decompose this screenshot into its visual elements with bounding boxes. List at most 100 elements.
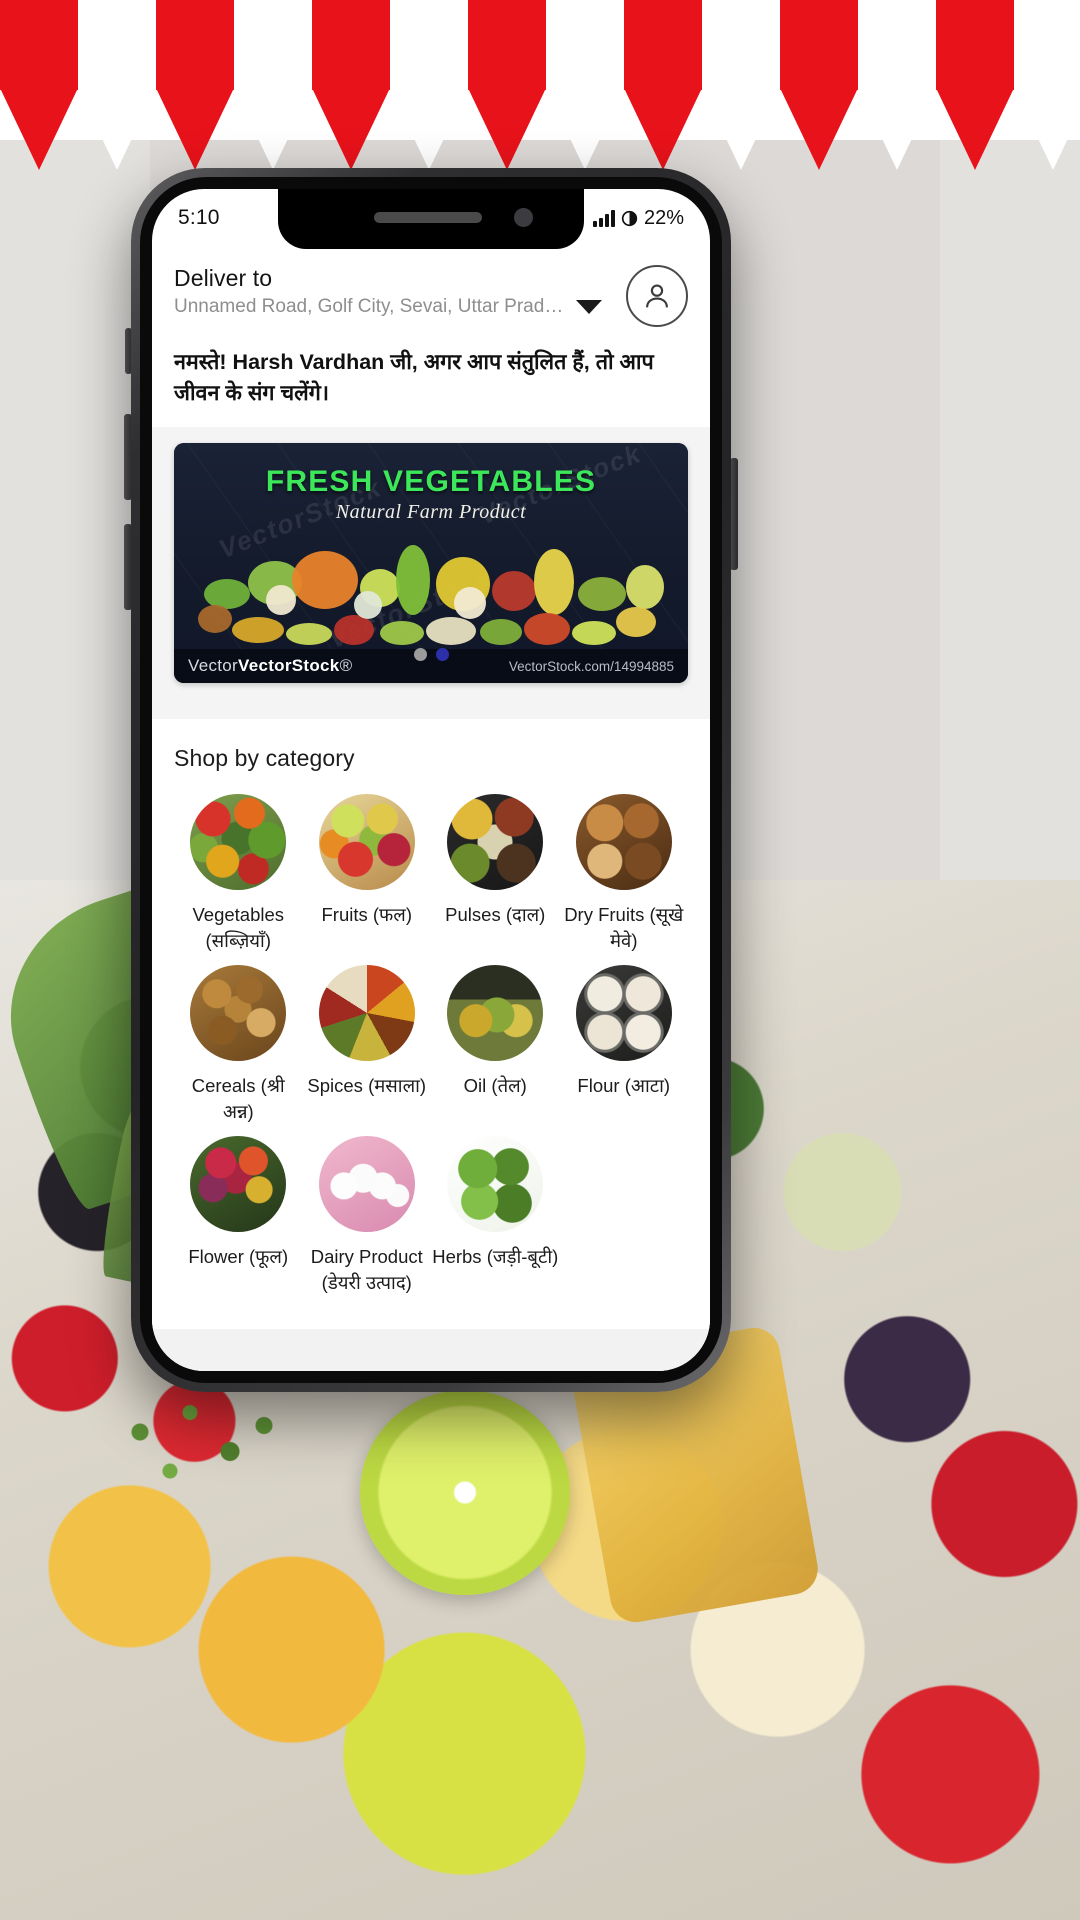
awning-scallop [78,88,156,170]
lime-slice [360,1390,570,1595]
awning-scallop [156,88,234,170]
banner-vegetable-shape [626,565,664,609]
awning-stripe [702,0,780,90]
category-item[interactable]: Flour (आटा) [560,965,689,1124]
phone-body: 5:10 22% Deliver to Unnamed Road, Golf C… [131,168,731,1392]
banner-vegetable-shape [616,607,656,637]
awning-scallop [1014,88,1080,170]
category-grid: Vegetables (सब्ज़ियाँ) Fruits (फल) Pulses … [174,794,688,1295]
banner-vegetable-shape [354,591,382,619]
phone-mockup: 5:10 22% Deliver to Unnamed Road, Golf C… [124,168,738,1392]
awning-scallop [936,88,1014,170]
dill-herb [100,1380,300,1510]
signal-bars-icon [593,209,615,227]
spices-category-icon[interactable] [318,965,415,1062]
banner-gap [152,683,710,719]
awning-scallop [234,88,312,170]
herbs-category-icon[interactable] [447,1136,544,1233]
oil-category-icon[interactable] [447,965,544,1062]
banner-vegetable-shape [524,613,570,645]
deliver-to-label: Deliver to [174,265,273,291]
power-button[interactable] [730,458,738,570]
cereals-category-icon[interactable] [190,965,287,1062]
awning-stripe [234,0,312,90]
awning-scallop [0,88,78,170]
chevron-down-icon[interactable] [576,300,602,314]
category-label: Vegetables (सब्ज़ियाँ) [192,904,285,951]
awning-scallop [468,88,546,170]
category-item[interactable]: Herbs (जड़ी-बूटी) [431,1136,560,1295]
banner-vegetable-shape [426,617,476,645]
awning-stripe [780,0,858,90]
awning-stripe [156,0,234,90]
banner-vegetable-shape [396,545,430,615]
carousel-dots[interactable] [174,648,688,661]
address-row[interactable]: Unnamed Road, Golf City, Sevai, Uttar Pr… [174,296,616,318]
awning-stripe [312,0,390,90]
category-label: Oil (तेल) [463,1075,527,1097]
category-heading: Shop by category [174,745,355,771]
category-label: Dairy Product (डेयरी उत्पाद) [310,1246,423,1293]
carousel-dot-1[interactable] [413,648,427,661]
category-label: Pulses (दाल) [445,904,546,925]
dairy-category-icon[interactable] [318,1136,415,1233]
category-item[interactable]: Dry Fruits (सूखे मेवे) [560,794,689,953]
home-scroll-content[interactable]: VectorStock VectorStock VectorStock FRES… [152,427,710,1371]
awning-scallop [624,88,702,170]
banner-vegetable-shape [480,619,522,645]
banner-vegetable-shape [292,551,358,609]
banner-vegetable-shape [578,577,626,611]
banner-vegetable-shape [198,605,232,633]
phone-screen: 5:10 22% Deliver to Unnamed Road, Golf C… [152,189,710,1371]
status-bar-indicators: 22% [593,207,684,230]
category-label: Flower (फूल) [188,1246,289,1268]
awning-stripe [390,0,468,90]
category-item[interactable]: Cereals (श्री अन्न) [174,965,303,1124]
category-label: Fruits (फल) [321,904,413,925]
promo-banner-carousel[interactable]: VectorStock VectorStock VectorStock FRES… [174,443,688,683]
category-label: Flour (आटा) [577,1075,671,1097]
awning-scallop [702,88,780,170]
vegetables-category-icon[interactable] [190,794,287,890]
category-item[interactable]: Vegetables (सब्ज़ियाँ) [174,794,303,953]
greeting-text: नमस्ते! Harsh Vardhan जी, अगर आप संतुलित… [174,350,654,405]
awning-stripe [546,0,624,90]
awning-stripe [468,0,546,90]
awning-stripe [624,0,702,90]
banner-title: FRESH VEGETABLES [265,465,597,498]
category-label: Herbs (जड़ी-बूटी) [432,1246,559,1268]
category-item[interactable]: Dairy Product (डेयरी उत्पाद) [303,1136,432,1295]
banner-vegetable-shape [286,623,332,645]
carousel-dot-2[interactable] [435,648,449,661]
awning-stripe [78,0,156,90]
fruits-category-icon[interactable] [318,794,415,890]
battery-circle-icon [621,210,638,227]
awning-scallop [390,88,468,170]
user-account-icon[interactable] [626,265,688,327]
delivery-address: Unnamed Road, Golf City, Sevai, Uttar Pr… [174,296,566,317]
pulses-category-icon[interactable] [447,794,544,890]
category-item[interactable]: Spices (मसाला) [303,965,432,1124]
flower-category-icon[interactable] [190,1136,287,1233]
status-bar-time: 5:10 [178,206,220,229]
category-item[interactable]: Oil (तेल) [431,965,560,1124]
deliver-to-block[interactable]: Deliver to Unnamed Road, Golf City, Seva… [174,263,616,318]
flour-category-icon[interactable] [575,965,672,1062]
dry-fruits-category-icon[interactable] [575,794,672,890]
category-item[interactable]: Flower (फूल) [174,1136,303,1295]
promo-banner-section: VectorStock VectorStock VectorStock FRES… [152,427,710,719]
awning-scallop [312,88,390,170]
store-awning [0,0,1080,170]
category-label: Dry Fruits (सूखे मेवे) [564,904,684,951]
banner-vegetable-artwork [174,521,688,645]
banner-vegetable-shape [334,615,374,645]
banner-vegetable-shape [572,621,616,645]
category-item[interactable]: Pulses (दाल) [431,794,560,953]
banner-vegetable-shape [492,571,536,611]
awning-stripe [858,0,936,90]
status-bar: 5:10 22% [152,189,710,247]
awning-scallop [780,88,858,170]
app-header: Deliver to Unnamed Road, Golf City, Seva… [152,247,710,341]
category-label: Cereals (श्री अन्न) [191,1075,285,1122]
category-item[interactable]: Fruits (फल) [303,794,432,953]
